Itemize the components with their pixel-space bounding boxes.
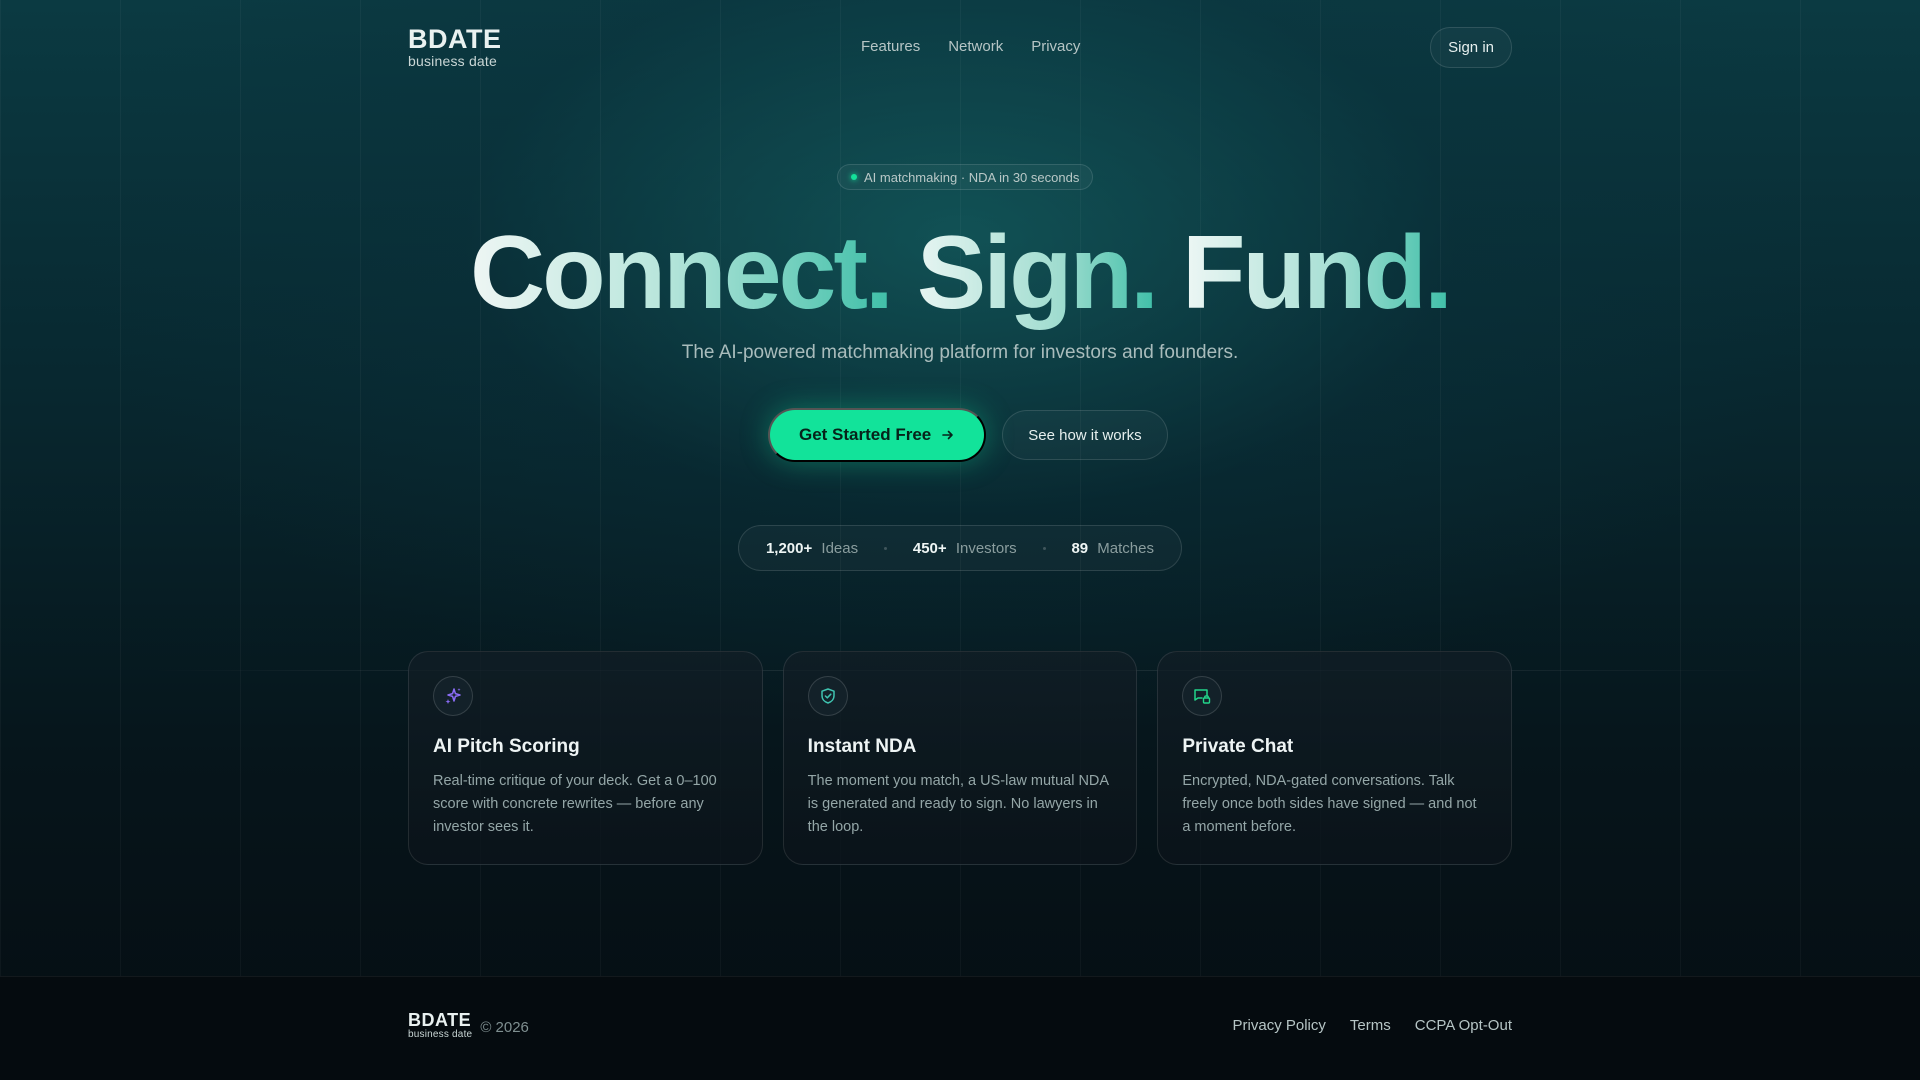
logo-mark: BDATE <box>408 1010 472 1030</box>
main-nav: Features Network Privacy <box>861 38 1080 55</box>
site-header: BDATE business date Features Network Pri… <box>408 24 1512 70</box>
see-how-it-works-button[interactable]: See how it works <box>1002 410 1168 460</box>
stat-value: 89 <box>1071 539 1089 557</box>
footer-link-privacy-policy[interactable]: Privacy Policy <box>1233 1017 1326 1034</box>
stat-ideas: 1,200+ Ideas <box>766 540 858 557</box>
stat-value: 1,200+ <box>765 539 813 557</box>
nav-network[interactable]: Network <box>948 38 1003 55</box>
feature-description: Encrypted, NDA-gated conversations. Talk… <box>1182 773 1477 835</box>
hero-word-connect: Connect. <box>470 215 894 331</box>
feature-cards: AI Pitch Scoring Real-time critique of y… <box>408 651 1513 865</box>
stat-value: 450+ <box>912 539 947 557</box>
footer-link-terms[interactable]: Terms <box>1350 1017 1391 1034</box>
shield-check-icon <box>807 676 848 716</box>
hero-subtitle: The AI-powered matchmaking platform for … <box>681 342 1239 363</box>
feature-card-instant-nda: Instant NDA The moment you match, a US-l… <box>782 651 1138 865</box>
stat-label: Investors <box>955 539 1017 557</box>
feature-card-private-chat: Private Chat Encrypted, NDA-gated conver… <box>1157 651 1513 865</box>
stat-label: Ideas <box>821 539 859 557</box>
footer-link-ccpa-opt-out[interactable]: CCPA Opt-Out <box>1415 1017 1512 1034</box>
footer-links: Privacy Policy Terms CCPA Opt-Out <box>1233 1017 1512 1034</box>
nav-privacy[interactable]: Privacy <box>1031 38 1080 55</box>
feature-title: Instant NDA <box>807 736 917 757</box>
hero-badge: AI matchmaking · NDA in 30 seconds <box>837 164 1094 190</box>
logo-mark: BDATE <box>408 24 502 54</box>
brand-logo[interactable]: BDATE business date <box>408 24 502 69</box>
hero-word-sign: Sign. <box>916 215 1159 331</box>
site-footer: BDATE business date © 2026 Privacy Polic… <box>0 976 1920 1080</box>
landing-page: BDATE business date Features Network Pri… <box>0 0 1920 1080</box>
nav-features[interactable]: Features <box>861 38 920 55</box>
stats-bar: 1,200+ Ideas 450+ Investors 89 Matches <box>738 525 1182 571</box>
logo-tagline: business date <box>408 53 497 69</box>
status-dot-icon <box>851 174 857 180</box>
feature-card-ai-pitch-scoring: AI Pitch Scoring Real-time critique of y… <box>408 651 763 865</box>
feature-description: Real-time critique of your deck. Get a 0… <box>433 773 717 835</box>
stat-matches: 89 Matches <box>1071 540 1154 557</box>
footer-logo[interactable]: BDATE business date <box>408 1011 472 1040</box>
copyright: © 2026 <box>480 1019 529 1036</box>
stat-separator <box>1042 546 1046 550</box>
sparkles-icon <box>433 676 473 716</box>
sign-in-button[interactable]: Sign in <box>1430 26 1512 68</box>
hero-word-fund: Fund. <box>1181 215 1453 331</box>
stat-label: Matches <box>1097 539 1154 557</box>
chat-lock-icon <box>1182 676 1223 716</box>
badge-text: AI matchmaking · NDA in 30 seconds <box>864 169 1080 185</box>
cta-row: Get Started Free See how it works <box>768 408 1168 462</box>
get-started-button[interactable]: Get Started Free <box>768 408 987 462</box>
footer-brand: BDATE business date © 2026 <box>408 1011 529 1040</box>
feature-description: The moment you match, a US-law mutual ND… <box>807 773 1109 835</box>
stat-separator <box>883 546 887 550</box>
hero-title: Connect. Sign. Fund. <box>0 208 1920 338</box>
feature-title: Private Chat <box>1182 736 1294 757</box>
footer-inner: BDATE business date © 2026 Privacy Polic… <box>408 1011 1512 1040</box>
feature-title: AI Pitch Scoring <box>433 736 580 757</box>
arrow-right-icon <box>942 430 954 440</box>
stat-investors: 450+ Investors <box>913 540 1017 557</box>
logo-tagline: business date <box>408 1029 473 1040</box>
get-started-label: Get Started Free <box>799 425 932 444</box>
